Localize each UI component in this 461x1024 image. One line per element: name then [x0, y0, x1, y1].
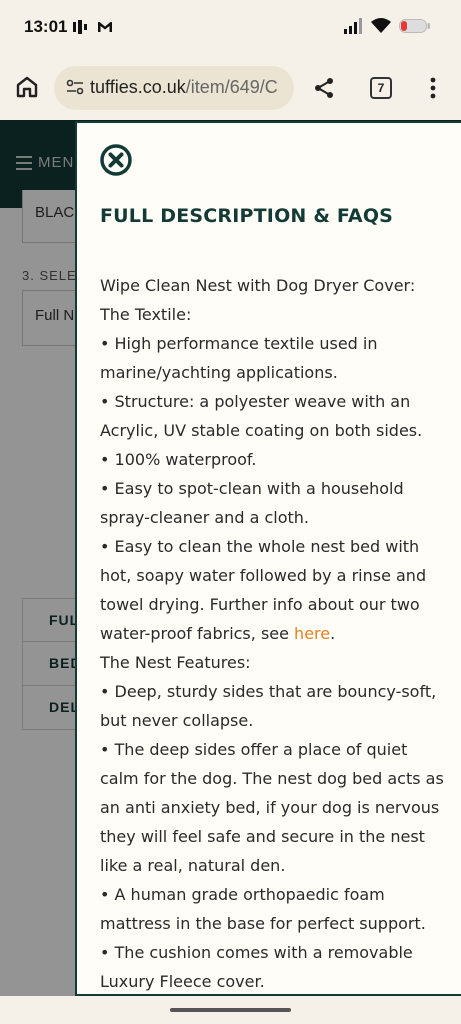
- home-button[interactable]: [14, 74, 40, 100]
- browser-menu-button[interactable]: [428, 76, 438, 104]
- description-drawer: FULL DESCRIPTION & FAQS Wipe Clean Nest …: [75, 121, 461, 996]
- description-paragraph-fabrics: • Easy to clean the whole nest bed with …: [100, 532, 448, 648]
- gesture-handle[interactable]: [170, 1008, 291, 1012]
- description-paragraph: • The deep sides offer a place of quiet …: [100, 740, 444, 875]
- more-vert-icon: [430, 77, 436, 99]
- close-button[interactable]: [99, 143, 133, 177]
- description-paragraph: • The cushion comes with a removable Lux…: [100, 943, 413, 991]
- site-settings-icon[interactable]: [66, 78, 84, 100]
- description-paragraph: • High performance textile used in marin…: [100, 334, 378, 382]
- gmail-icon: [96, 19, 114, 39]
- tab-switcher-button[interactable]: 7: [370, 77, 392, 99]
- description-paragraph: • Easy to spot-clean with a household sp…: [100, 479, 404, 527]
- signal-icon: [343, 18, 363, 38]
- description-paragraph: The Textile:: [100, 305, 192, 324]
- battery-low-icon: [399, 18, 431, 38]
- status-time: 13:01: [24, 17, 68, 36]
- description-paragraph: Wipe Clean Nest with Dog Dryer Cover:: [100, 276, 416, 295]
- fabrics-info-link[interactable]: here: [294, 624, 330, 643]
- description-paragraph: • Deep, sturdy sides that are bouncy-sof…: [100, 682, 437, 730]
- status-bar: 13:01: [0, 0, 461, 56]
- url-text: tuffies.co.uk/item/649/C: [90, 77, 278, 98]
- address-bar[interactable]: tuffies.co.uk/item/649/C: [54, 66, 294, 110]
- description-body: Wipe Clean Nest with Dog Dryer Cover: Th…: [100, 271, 448, 994]
- drawer-title: FULL DESCRIPTION & FAQS: [100, 205, 394, 227]
- wifi-icon: [371, 18, 391, 38]
- description-paragraph: • Structure: a polyester weave with an A…: [100, 392, 423, 440]
- notification-pause-icon: [72, 19, 88, 39]
- navigation-gesture-area: [0, 996, 461, 1024]
- share-icon: [315, 78, 333, 98]
- description-paragraph: • 100% waterproof.: [100, 450, 257, 469]
- description-paragraph: The Nest Features:: [100, 653, 251, 672]
- fabrics-text-end: .: [330, 624, 336, 643]
- url-path: /item/649/C: [185, 77, 278, 97]
- browser-toolbar: tuffies.co.uk/item/649/C 7: [0, 56, 461, 120]
- close-icon: [100, 144, 132, 176]
- url-domain: tuffies.co.uk: [90, 77, 186, 97]
- home-icon: [16, 76, 38, 98]
- description-paragraph: • A human grade orthopaedic foam mattres…: [100, 885, 426, 933]
- share-button[interactable]: [312, 76, 336, 104]
- fabrics-text: • Easy to clean the whole nest bed with …: [100, 537, 427, 643]
